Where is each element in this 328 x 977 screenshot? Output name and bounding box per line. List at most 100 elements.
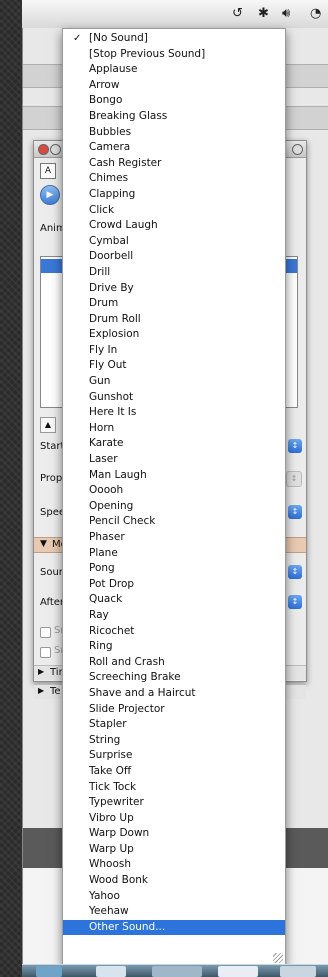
sound-menu-item-label: Whoosh [89,858,132,871]
time-machine-icon[interactable]: ↺ [232,6,243,21]
sound-menu-item[interactable]: Screeching Brake [63,670,285,686]
sound-menu-item-label: Clapping [89,187,136,200]
sound-popup-menu[interactable]: ✓ [No Sound] [Stop Previous Sound] Applause… [62,28,286,966]
sound-menu-item[interactable]: [Stop Previous Sound] [63,47,285,63]
sound-menu-item[interactable]: Click [63,203,285,219]
sound-menu-item-label: Ray [89,608,109,621]
sound-menu-item[interactable]: Applause [63,62,285,78]
sound-menu-item-label: Gun [89,375,111,388]
close-icon[interactable] [38,144,49,155]
sound-menu-item[interactable]: Bongo [63,93,285,109]
sound-menu-item[interactable]: Clapping [63,187,285,203]
sound-menu-item[interactable]: Cymbal [63,234,285,250]
dock-app-icon[interactable] [218,966,258,977]
sound-menu-item[interactable]: Stapler [63,717,285,733]
sound-menu-item[interactable]: Other Sound... [63,919,285,936]
speed-popup-stepper[interactable]: ↕ [288,505,302,519]
sound-menu-item[interactable]: Tick Tock [63,780,285,796]
sound-menu-item[interactable]: Yahoo [63,889,285,905]
sound-menu-item-label: Karate [89,437,124,450]
sound-menu-item[interactable]: Laser [63,452,285,468]
sound-menu-item-label: String [89,733,121,746]
sound-menu-item[interactable]: Drum Roll [63,312,285,328]
sound-menu-item-label: [Stop Previous Sound] [89,47,206,60]
sound-menu-item[interactable]: Pot Drop [63,577,285,593]
sound-menu-item-label: Pot Drop [89,577,135,590]
sound-menu-item[interactable]: Horn [63,421,285,437]
start-popup-stepper[interactable]: ↕ [288,439,302,453]
minimize-icon[interactable] [50,144,61,155]
wifi-icon[interactable]: ◔ [310,6,321,21]
sound-menu-item[interactable]: Warp Down [63,826,285,842]
bluetooth-icon[interactable]: ✱ [258,6,269,21]
option-checkbox-1[interactable] [40,627,51,638]
sound-menu-item-label: Chimes [89,172,129,185]
dock-app-icon[interactable] [152,966,202,977]
sound-menu-item[interactable]: Fly In [63,343,285,359]
after-popup-stepper[interactable]: ↕ [288,595,302,609]
sound-menu-item-label: Click [89,203,115,216]
sound-menu-item[interactable]: Phaser [63,530,285,546]
sound-menu-item[interactable]: Ricochet [63,624,285,640]
sound-menu-item[interactable]: Whoosh [63,857,285,873]
sound-menu-item[interactable]: Drill [63,265,285,281]
sound-menu-item[interactable]: Yeehaw [63,904,285,920]
dock-app-icon[interactable] [36,966,62,977]
sound-menu-item[interactable]: Ray [63,608,285,624]
sound-menu-item-label: Horn [89,421,115,434]
sound-menu-item-label: Opening [89,499,134,512]
sound-menu-item[interactable]: Cash Register [63,156,285,172]
sound-menu-item[interactable]: Typewriter [63,795,285,811]
sound-menu-item[interactable]: Karate [63,436,285,452]
sound-menu-item[interactable]: String [63,733,285,749]
volume-icon[interactable]: 🔊︎ [282,6,290,21]
resize-grip-icon[interactable] [273,953,283,963]
sound-menu-item[interactable]: Opening [63,499,285,515]
sound-menu-item[interactable]: Shave and a Haircut [63,686,285,702]
sound-menu-item[interactable]: Surprise [63,748,285,764]
sound-menu-item[interactable]: Pencil Check [63,514,285,530]
sound-menu-item[interactable]: Gun [63,374,285,390]
sound-popup-stepper[interactable]: ↕ [288,565,302,579]
sound-menu-item[interactable]: Breaking Glass [63,109,285,125]
sound-menu-item-label: Pencil Check [89,515,156,528]
sound-menu-item[interactable]: Wood Bonk [63,873,285,889]
sound-menu-item[interactable]: Slide Projector [63,702,285,718]
dock-app-icon[interactable] [96,966,126,977]
sound-menu-item[interactable]: Man Laugh [63,468,285,484]
text-section-label: Te [50,686,61,697]
sound-menu-item[interactable]: Doorbell [63,249,285,265]
sound-menu-item[interactable]: Quack [63,592,285,608]
sound-menu-item[interactable]: Vibro Up [63,811,285,827]
sound-menu-item[interactable]: Chimes [63,171,285,187]
sound-menu-item[interactable]: Plane [63,546,285,562]
sound-menu-item[interactable]: Camera [63,140,285,156]
sound-menu-item[interactable]: Pong [63,561,285,577]
sound-menu-item-label: Ring [89,640,113,653]
sound-menu-item[interactable]: Here It Is [63,405,285,421]
sound-menu-item[interactable]: Drive By [63,281,285,297]
sound-menu-item[interactable]: Ooooh [63,483,285,499]
sound-menu-item[interactable]: ✓ [No Sound] [63,31,285,47]
sound-menu-item[interactable]: Drum [63,296,285,312]
inspector-toggle-icon[interactable] [292,144,303,155]
sound-menu-item-label: Breaking Glass [89,109,168,122]
sound-menu-item[interactable]: Explosion [63,327,285,343]
document-icon[interactable]: A [40,163,56,179]
sound-menu-item[interactable]: Arrow [63,78,285,94]
dock-app-icon[interactable] [280,966,316,977]
play-icon[interactable]: ▶ [40,185,60,205]
sound-menu-item[interactable]: Crowd Laugh [63,218,285,234]
sound-menu-item[interactable]: Ring [63,639,285,655]
sound-menu-item[interactable]: Gunshot [63,390,285,406]
sound-menu-item[interactable]: Fly Out [63,358,285,374]
properties-popup-stepper[interactable]: ↕ [286,471,302,487]
reorder-up-icon[interactable]: ▲ [40,417,56,433]
sound-menu-item[interactable]: Warp Up [63,842,285,858]
sound-menu-item-label: Take Off [89,764,132,777]
sound-menu-item[interactable]: Take Off [63,764,285,780]
option-checkbox-2[interactable] [40,647,51,658]
sound-menu-item[interactable]: Bubbles [63,125,285,141]
sound-menu-item[interactable]: Roll and Crash [63,655,285,671]
sound-menu-list: ✓ [No Sound] [Stop Previous Sound] Applause… [63,29,285,936]
